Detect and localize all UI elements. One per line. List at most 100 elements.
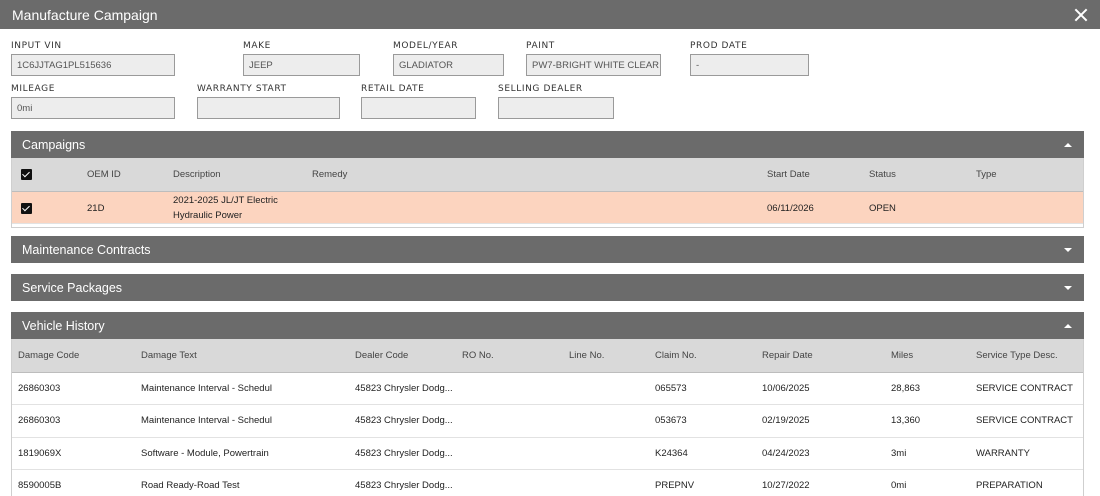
damage-text-cell: Road Ready-Road Test [141,480,240,491]
dialog-title: Manufacture Campaign [12,6,158,23]
table-row[interactable]: 21D 2021-2025 JL/JT Electric Hydraulic P… [12,192,1083,224]
expand-caret-icon[interactable] [1064,285,1072,290]
dealer-code-cell: 45823 Chrysler Dodg... [355,415,453,426]
collapse-caret-icon[interactable] [1064,323,1072,328]
service-packages-header[interactable]: Service Packages [11,274,1084,301]
col-remedy[interactable]: Remedy [312,169,347,180]
collapse-caret-icon[interactable] [1064,142,1072,147]
prod-date-input[interactable]: - [690,54,809,76]
repair-date-cell: 10/06/2025 [762,383,810,394]
col-ro-no[interactable]: RO No. [462,350,494,361]
select-all-checkbox[interactable] [21,169,32,180]
damage-text-cell: Software - Module, Powertrain [141,448,269,459]
service-type-cell: SERVICE CONTRACT [976,383,1073,394]
col-service-type[interactable]: Service Type Desc. [976,350,1058,361]
maintenance-contracts-title: Maintenance Contracts [22,242,151,257]
table-row[interactable]: 26860303 Maintenance Interval - Schedul … [12,373,1083,405]
col-line-no[interactable]: Line No. [569,350,604,361]
damage-code-cell: 1819069X [18,448,62,459]
selling-dealer-field: SELLING DEALER [498,84,614,119]
mileage-field: MILEAGE 0mi [11,84,175,119]
make-label: MAKE [243,41,271,51]
damage-text-cell: Maintenance Interval - Schedul [141,415,272,426]
make-field: MAKE JEEP [243,41,360,76]
manufacture-campaign-dialog: Manufacture Campaign INPUT VIN 1C6JJTAG1… [0,0,1100,496]
miles-cell: 3mi [891,448,907,459]
description-cell-line2: Hydraulic Power [173,210,243,221]
col-dealer-code[interactable]: Dealer Code [355,350,408,361]
dealer-code-cell: 45823 Chrysler Dodg... [355,383,453,394]
damage-text-cell: Maintenance Interval - Schedul [141,383,272,394]
miles-cell: 13,360 [891,415,921,426]
paint-field: PAINT PW7-BRIGHT WHITE CLEAR [526,41,661,76]
campaigns-table: OEM ID Description Remedy Start Date Sta… [11,158,1084,228]
retail-date-field: RETAIL DATE [361,84,476,119]
campaigns-table-header: OEM ID Description Remedy Start Date Sta… [12,158,1083,192]
expand-caret-icon[interactable] [1064,247,1072,252]
claim-no-cell: 053673 [655,415,687,426]
col-description[interactable]: Description [173,169,221,180]
service-type-cell: WARRANTY [976,448,1031,459]
table-row[interactable]: 26860303 Maintenance Interval - Schedul … [12,405,1083,438]
row-checkbox[interactable] [21,203,32,214]
warranty-start-field: WARRANTY START [197,84,340,119]
claim-no-cell: PREPNV [655,480,695,491]
col-claim-no[interactable]: Claim No. [655,350,697,361]
paint-label: PAINT [526,41,555,51]
make-input[interactable]: JEEP [243,54,360,76]
description-cell-line1: 2021-2025 JL/JT Electric [173,195,278,206]
repair-date-cell: 02/19/2025 [762,415,810,426]
damage-code-cell: 26860303 [18,415,61,426]
oem-id-cell: 21D [87,203,105,214]
close-icon[interactable] [1074,8,1088,22]
claim-no-cell: K24364 [655,448,688,459]
col-damage-text[interactable]: Damage Text [141,350,197,361]
dealer-code-cell: 45823 Chrysler Dodg... [355,448,453,459]
vin-field: INPUT VIN 1C6JJTAG1PL515636 [11,41,175,76]
maintenance-contracts-header[interactable]: Maintenance Contracts [11,236,1084,263]
model-year-field: MODEL/YEAR GLADIATOR [393,41,504,76]
miles-cell: 28,863 [891,383,921,394]
service-type-cell: PREPARATION [976,480,1043,491]
col-type[interactable]: Type [976,169,997,180]
selling-dealer-label: SELLING DEALER [498,84,583,94]
warranty-start-input[interactable] [197,97,340,119]
model-year-label: MODEL/YEAR [393,41,459,51]
dealer-code-cell: 45823 Chrysler Dodg... [355,480,453,491]
col-start-date[interactable]: Start Date [767,169,810,180]
vehicle-history-title: Vehicle History [22,318,105,333]
repair-date-cell: 10/27/2022 [762,480,810,491]
col-miles[interactable]: Miles [891,350,913,361]
vehicle-history-table: Damage Code Damage Text Dealer Code RO N… [11,339,1084,496]
vin-input[interactable]: 1C6JJTAG1PL515636 [11,54,175,76]
service-type-cell: SERVICE CONTRACT [976,415,1073,426]
retail-date-input[interactable] [361,97,476,119]
model-year-input[interactable]: GLADIATOR [393,54,504,76]
vehicle-history-table-header: Damage Code Damage Text Dealer Code RO N… [12,339,1083,373]
prod-date-field: PROD DATE - [690,41,809,76]
col-status[interactable]: Status [869,169,896,180]
table-row[interactable]: 1819069X Software - Module, Powertrain 4… [12,438,1083,470]
col-repair-date[interactable]: Repair Date [762,350,813,361]
warranty-start-label: WARRANTY START [197,84,287,94]
paint-input[interactable]: PW7-BRIGHT WHITE CLEAR [526,54,661,76]
mileage-input[interactable]: 0mi [11,97,175,119]
table-row[interactable]: 8590005B Road Ready-Road Test 45823 Chry… [12,470,1083,496]
mileage-label: MILEAGE [11,84,55,94]
status-cell: OPEN [869,203,896,214]
col-oem-id[interactable]: OEM ID [87,169,121,180]
repair-date-cell: 04/24/2023 [762,448,810,459]
dialog-titlebar: Manufacture Campaign [0,0,1100,29]
col-damage-code[interactable]: Damage Code [18,350,79,361]
damage-code-cell: 8590005B [18,480,62,491]
vin-label: INPUT VIN [11,41,62,51]
selling-dealer-input[interactable] [498,97,614,119]
prod-date-label: PROD DATE [690,41,748,51]
service-packages-title: Service Packages [22,280,123,295]
vehicle-history-header[interactable]: Vehicle History [11,312,1084,339]
start-date-cell: 06/11/2026 [767,203,814,214]
campaigns-header[interactable]: Campaigns [11,131,1084,158]
miles-cell: 0mi [891,480,907,491]
retail-date-label: RETAIL DATE [361,84,425,94]
damage-code-cell: 26860303 [18,383,61,394]
